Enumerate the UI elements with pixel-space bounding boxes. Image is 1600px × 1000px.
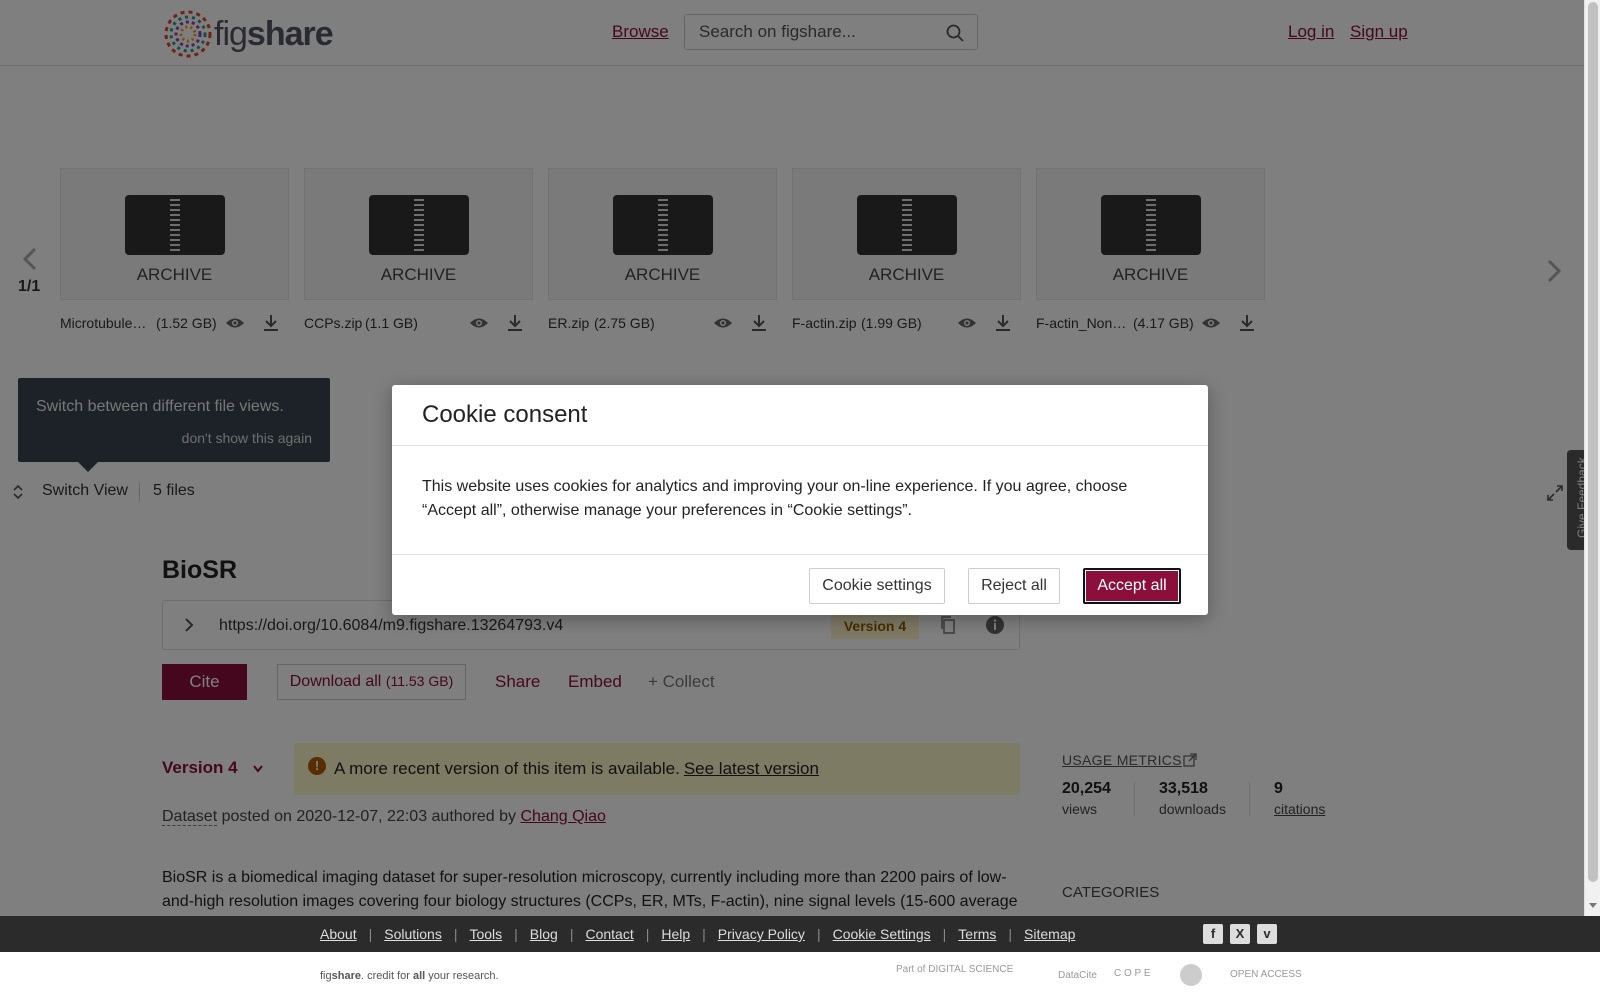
vimeo-icon[interactable]: v	[1257, 924, 1277, 944]
footer-link-cookie-settings[interactable]: Cookie Settings	[833, 926, 931, 942]
accept-all-button[interactable]: Accept all	[1083, 568, 1181, 604]
footer-link-solutions[interactable]: Solutions	[384, 926, 442, 942]
footer-link-contact[interactable]: Contact	[585, 926, 633, 942]
datacite-logo[interactable]: DataCite	[1058, 970, 1097, 981]
footer-link-help[interactable]: Help	[661, 926, 690, 942]
reject-all-button[interactable]: Reject all	[968, 568, 1060, 604]
footer-links-bar: About | Solutions | Tools | Blog | Contact | …	[0, 916, 1600, 952]
footer-link-tools[interactable]: Tools	[469, 926, 502, 942]
footer-link-about[interactable]: About	[320, 926, 357, 942]
footer-link-privacy[interactable]: Privacy Policy	[718, 926, 805, 942]
footer-tagline: figshare. credit for all your research.	[320, 970, 499, 982]
digital-science-logo[interactable]: Part of DIGITAL SCIENCE	[896, 964, 1013, 975]
cookie-settings-button[interactable]: Cookie settings	[809, 568, 945, 604]
cookie-consent-dialog: Cookie consent This website uses cookies…	[392, 385, 1208, 615]
cookie-dialog-body: This website uses cookies for analytics …	[422, 478, 1128, 519]
open-access-logo[interactable]: OPEN ACCESS	[1230, 969, 1302, 980]
scroll-down-arrow[interactable]	[1589, 903, 1597, 908]
footer-link-blog[interactable]: Blog	[530, 926, 558, 942]
footer-link-terms[interactable]: Terms	[958, 926, 996, 942]
facebook-icon[interactable]: f	[1203, 924, 1223, 944]
scrollbar-thumb[interactable]	[1588, 2, 1598, 882]
footer-link-sitemap[interactable]: Sitemap	[1024, 926, 1075, 942]
footer-bottom: figshare. credit for all your research. …	[0, 952, 1600, 1000]
x-twitter-icon[interactable]: X	[1230, 924, 1250, 944]
cope-logo[interactable]: C O P E	[1114, 968, 1151, 979]
partner-seal-icon[interactable]	[1180, 964, 1202, 986]
page-scrollbar[interactable]	[1584, 0, 1600, 916]
cookie-dialog-title: Cookie consent	[422, 401, 588, 428]
